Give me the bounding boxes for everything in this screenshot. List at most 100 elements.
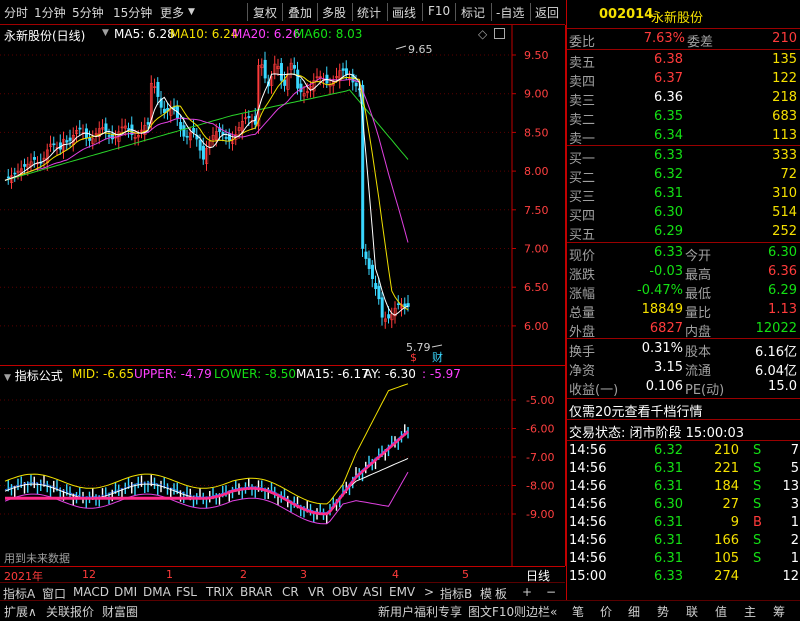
weicha-label: 委差: [687, 35, 714, 50]
tab-emv[interactable]: EMV: [389, 585, 415, 599]
tab-asi[interactable]: ASI: [363, 585, 382, 599]
candle-body: [299, 83, 303, 93]
tab-obv[interactable]: OBV: [332, 585, 358, 599]
kline-pane[interactable]: 9.50 9.00 8.50 8.00 7.50 7.00 6.50 6.00 9.65 5.…: [0, 25, 566, 365]
y-tick-label: 6.50: [524, 281, 549, 294]
trade-row: 14:56 6.31 166 S 2: [567, 532, 800, 551]
xaxis-label: 5: [462, 568, 469, 581]
ask-price: 6.36: [654, 90, 683, 105]
trade-count: 12: [782, 569, 799, 584]
lower-value: LOWER: -8.50: [214, 367, 297, 381]
bid-price: 6.32: [654, 167, 683, 182]
candle-body: [367, 258, 371, 269]
trade-volume: 221: [714, 461, 739, 476]
y-tick-label: -8.00: [526, 480, 554, 493]
low-marker-line: [431, 344, 443, 348]
ask-volume: 218: [772, 90, 797, 105]
toolbar-fuquan[interactable]: 复权: [253, 4, 277, 21]
candle-body: [156, 81, 160, 97]
toolbar-divider: [530, 3, 531, 21]
toolbar-duogu[interactable]: 多股: [322, 4, 346, 21]
tab-macd[interactable]: MACD: [73, 585, 109, 599]
tab-related-quote[interactable]: 关联报价: [46, 603, 94, 620]
toolbar-f10[interactable]: F10: [428, 4, 450, 18]
stat-value: 18849: [641, 302, 683, 317]
stat-value: 15.0: [768, 379, 797, 394]
tab-bi[interactable]: 笔: [572, 603, 584, 620]
divider: [567, 145, 800, 146]
trade-time: 14:56: [569, 461, 607, 476]
toolbar-5min[interactable]: 5分钟: [72, 4, 104, 21]
tab-brar[interactable]: BRAR: [240, 585, 273, 599]
maximize-icon[interactable]: [494, 28, 505, 39]
divider: [567, 419, 800, 420]
add-button[interactable]: +: [522, 585, 532, 599]
toolbar-more[interactable]: 更多: [160, 4, 184, 21]
tab-trix[interactable]: TRIX: [206, 585, 233, 599]
tab-sidebar[interactable]: 则边栏«: [514, 603, 557, 620]
ask-row: 卖三 6.36 218: [567, 89, 800, 109]
candle-body: [182, 125, 186, 137]
tab-lian[interactable]: 联: [686, 603, 698, 620]
candle-body: [374, 282, 378, 290]
bid-price: 6.33: [654, 148, 683, 163]
indicator-dropdown-icon[interactable]: ▼: [4, 373, 11, 383]
toolbar-15min[interactable]: 15分钟: [113, 4, 152, 21]
tab-expand[interactable]: 扩展∧: [4, 603, 37, 620]
event-cai-marker[interactable]: 财: [432, 350, 443, 364]
indicator-tab-bar: 指标A 窗口 MACD DMI DMA FSL TRIX BRAR CR VR …: [0, 582, 565, 601]
toolbar-zixuan[interactable]: -自选: [496, 4, 524, 21]
toolbar-biaoji[interactable]: 标记: [461, 4, 485, 21]
tab-xi[interactable]: 细: [628, 603, 640, 620]
ma5-value: MA5: 6.28: [114, 27, 175, 41]
extra-value: : -5.97: [422, 367, 461, 381]
stat-value: 12022: [755, 321, 797, 336]
tab-jia[interactable]: 价: [600, 603, 612, 620]
tab-wealth-circle[interactable]: 财富圈: [102, 603, 138, 620]
tab-chou[interactable]: 筹: [773, 603, 785, 620]
stat-label: 最低: [685, 287, 712, 302]
trade-time: 14:56: [569, 497, 607, 512]
trade-row: 14:56 6.31 9 B 1: [567, 514, 800, 533]
candle-body: [344, 68, 348, 75]
trade-row: 14:56 6.30 27 S 3: [567, 496, 800, 515]
stat-label: PE(动): [685, 383, 725, 398]
tab-vr[interactable]: VR: [308, 585, 325, 599]
promo-row[interactable]: 仅需20元查看千档行情: [567, 400, 800, 420]
toolbar-1min[interactable]: 1分钟: [34, 4, 66, 21]
tab-dma[interactable]: DMA: [143, 585, 171, 599]
tab-dmi[interactable]: DMI: [114, 585, 137, 599]
tab-new-user-promo[interactable]: 新用户福利专享: [378, 603, 462, 620]
remove-button[interactable]: −: [546, 585, 556, 599]
stat-label: 总量: [569, 306, 596, 321]
indicator-pane[interactable]: -5.00 -6.00 -7.00 -8.00 -9.00 ▼ 指标公式 MID: -6…: [0, 365, 566, 566]
promo-link[interactable]: 仅需20元查看千档行情: [569, 401, 703, 420]
diamond-icon[interactable]: ◇: [478, 27, 487, 41]
tab-fsl[interactable]: FSL: [176, 585, 197, 599]
toolbar-diejia[interactable]: 叠加: [288, 4, 312, 21]
toolbar-huaxian[interactable]: 画线: [392, 4, 416, 21]
tab-more-arrow[interactable]: >: [424, 585, 434, 599]
tab-zhu[interactable]: 主: [744, 603, 756, 620]
candle-body: [263, 59, 267, 79]
tab-shi[interactable]: 势: [657, 603, 669, 620]
toolbar-fenshi[interactable]: 分时: [4, 4, 28, 21]
tab-f10[interactable]: 图文F10: [468, 603, 514, 620]
tab-zhi[interactable]: 值: [715, 603, 727, 620]
y-tick-label: 9.50: [524, 49, 549, 62]
candle-body: [146, 122, 150, 125]
toolbar-back[interactable]: 返回: [535, 4, 559, 21]
trade-count: 13: [782, 479, 799, 494]
ask-row: 卖二 6.35 683: [567, 108, 800, 128]
bid-volume: 310: [772, 186, 797, 201]
indicator-title[interactable]: 指标公式: [15, 369, 63, 383]
event-s-marker[interactable]: $: [410, 351, 417, 364]
more-chevron-icon[interactable]: ▼: [188, 7, 195, 17]
ask-label: 卖五: [569, 56, 596, 71]
bid-label: 买四: [569, 209, 596, 224]
indicator-dropdown-icon[interactable]: ▼: [102, 28, 109, 38]
candle-body: [68, 137, 72, 141]
candle-body: [179, 122, 183, 130]
toolbar-tongji[interactable]: 统计: [357, 4, 381, 21]
tab-cr[interactable]: CR: [282, 585, 299, 599]
